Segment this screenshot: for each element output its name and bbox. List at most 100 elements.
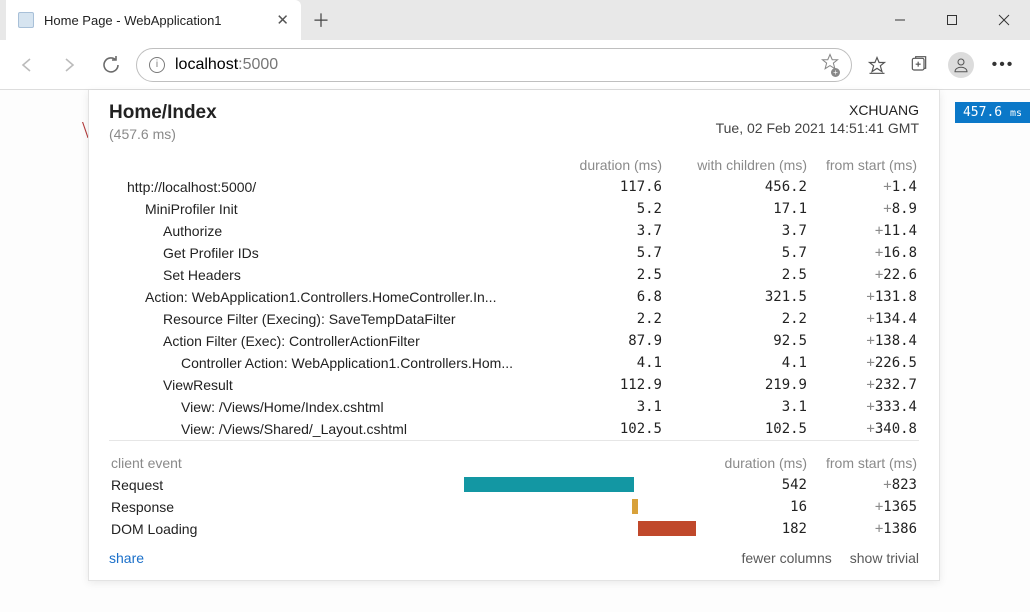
refresh-button[interactable] xyxy=(94,48,128,82)
forward-button[interactable] xyxy=(52,48,86,82)
site-info-icon[interactable]: i xyxy=(149,57,165,73)
share-link[interactable]: share xyxy=(109,550,144,566)
col-with-children: with children (ms) xyxy=(664,154,809,176)
new-tab-button[interactable]: ＋ xyxy=(301,0,341,40)
timing-row[interactable]: View: /Views/Shared/_Layout.cshtml102.51… xyxy=(109,418,919,441)
timing-label: ViewResult xyxy=(109,374,564,396)
timing-duration: 2.5 xyxy=(564,264,664,286)
timing-label: View: /Views/Home/Index.cshtml xyxy=(109,396,564,418)
timing-with-children: 3.7 xyxy=(664,220,809,242)
window-close-button[interactable] xyxy=(978,0,1030,40)
timing-label: Get Profiler IDs xyxy=(109,242,564,264)
client-event-bar xyxy=(638,521,696,536)
timing-label: Action: WebApplication1.Controllers.Home… xyxy=(109,286,564,308)
timing-with-children: 5.7 xyxy=(664,242,809,264)
timing-duration: 87.9 xyxy=(564,330,664,352)
timing-row[interactable]: View: /Views/Home/Index.cshtml3.13.1+333… xyxy=(109,396,919,418)
timing-label: Resource Filter (Execing): SaveTempDataF… xyxy=(109,308,564,330)
timing-duration: 6.8 xyxy=(564,286,664,308)
client-timing-row: Request542+823 xyxy=(109,474,919,496)
page-content: \ 457.6 ms Home/Index (457.6 ms) XCHUANG… xyxy=(0,90,1030,612)
timing-duration: 117.6 xyxy=(564,176,664,198)
timing-from-start: +232.7 xyxy=(809,374,919,396)
client-event-label: DOM Loading xyxy=(109,518,564,540)
timing-from-start: +8.9 xyxy=(809,198,919,220)
timing-with-children: 92.5 xyxy=(664,330,809,352)
client-timing-row: Response 16+1365 xyxy=(109,496,919,518)
client-from-start: +823 xyxy=(809,474,919,496)
collections-button[interactable] xyxy=(902,48,936,82)
browser-tab[interactable]: Home Page - WebApplication1 ✕ xyxy=(6,0,301,40)
timing-label: Set Headers xyxy=(109,264,564,286)
timing-row[interactable]: Controller Action: WebApplication1.Contr… xyxy=(109,352,919,374)
timing-duration: 102.5 xyxy=(564,418,664,441)
timing-row[interactable]: Authorize3.73.7+11.4 xyxy=(109,220,919,242)
timing-from-start: +22.6 xyxy=(809,264,919,286)
back-button[interactable] xyxy=(10,48,44,82)
timing-row[interactable]: Action: WebApplication1.Controllers.Home… xyxy=(109,286,919,308)
fewer-columns-toggle[interactable]: fewer columns xyxy=(741,550,831,566)
timing-from-start: +333.4 xyxy=(809,396,919,418)
profiler-total-time: (457.6 ms) xyxy=(109,126,217,142)
timing-from-start: +340.8 xyxy=(809,418,919,441)
url-input[interactable]: i localhost:5000 + xyxy=(136,48,852,82)
timing-duration: 3.7 xyxy=(564,220,664,242)
profile-button[interactable] xyxy=(944,48,978,82)
timing-label: Controller Action: WebApplication1.Contr… xyxy=(109,352,564,374)
timing-row[interactable]: Resource Filter (Execing): SaveTempDataF… xyxy=(109,308,919,330)
timing-from-start: +16.8 xyxy=(809,242,919,264)
timing-row[interactable]: ViewResult112.9219.9+232.7 xyxy=(109,374,919,396)
miniprofiler-panel: Home/Index (457.6 ms) XCHUANG Tue, 02 Fe… xyxy=(88,90,940,581)
profiler-route: Home/Index xyxy=(109,102,217,124)
profiler-date: Tue, 02 Feb 2021 14:51:41 GMT xyxy=(716,120,919,136)
timing-duration: 5.2 xyxy=(564,198,664,220)
favorite-button[interactable]: + xyxy=(821,53,839,76)
timing-row[interactable]: Set Headers2.52.5+22.6 xyxy=(109,264,919,286)
settings-menu-button[interactable]: ••• xyxy=(986,48,1020,82)
favorites-menu-button[interactable] xyxy=(860,48,894,82)
timing-with-children: 219.9 xyxy=(664,374,809,396)
client-from-start: +1365 xyxy=(809,496,919,518)
window-minimize-button[interactable] xyxy=(874,0,926,40)
timing-from-start: +11.4 xyxy=(809,220,919,242)
timing-with-children: 102.5 xyxy=(664,418,809,441)
address-bar: i localhost:5000 + ••• xyxy=(0,40,1030,90)
close-tab-icon[interactable]: ✕ xyxy=(276,11,289,29)
timing-from-start: +131.8 xyxy=(809,286,919,308)
timing-duration: 3.1 xyxy=(564,396,664,418)
timing-row[interactable]: Get Profiler IDs5.75.7+16.8 xyxy=(109,242,919,264)
client-event-bar xyxy=(464,477,634,492)
timing-with-children: 4.1 xyxy=(664,352,809,374)
timing-label: Authorize xyxy=(109,220,564,242)
timing-label: Action Filter (Exec): ControllerActionFi… xyxy=(109,330,564,352)
window-titlebar: Home Page - WebApplication1 ✕ ＋ xyxy=(0,0,1030,40)
col-from-start: from start (ms) xyxy=(809,154,919,176)
client-from-start: +1386 xyxy=(809,518,919,540)
timing-with-children: 321.5 xyxy=(664,286,809,308)
timing-row[interactable]: MiniProfiler Init5.217.1+8.9 xyxy=(109,198,919,220)
timing-from-start: +138.4 xyxy=(809,330,919,352)
timing-label: http://localhost:5000/ xyxy=(109,176,564,198)
url-text: localhost:5000 xyxy=(175,56,278,74)
client-duration: 542 xyxy=(664,474,809,496)
timing-row[interactable]: http://localhost:5000/117.6456.2+1.4 xyxy=(109,176,919,198)
timing-duration: 2.2 xyxy=(564,308,664,330)
client-event-header: client event xyxy=(109,449,564,474)
timing-with-children: 456.2 xyxy=(664,176,809,198)
client-duration: 16 xyxy=(664,496,809,518)
timing-from-start: +134.4 xyxy=(809,308,919,330)
timing-label: MiniProfiler Init xyxy=(109,198,564,220)
client-event-bar xyxy=(632,499,638,514)
miniprofiler-badge[interactable]: 457.6 ms xyxy=(955,102,1030,123)
tab-title: Home Page - WebApplication1 xyxy=(44,13,266,28)
window-maximize-button[interactable] xyxy=(926,0,978,40)
show-trivial-toggle[interactable]: show trivial xyxy=(850,550,919,566)
client-timing-row: DOM Loading182+1386 xyxy=(109,518,919,540)
timing-duration: 4.1 xyxy=(564,352,664,374)
client-event-label: Response xyxy=(109,496,564,518)
timing-with-children: 2.2 xyxy=(664,308,809,330)
timing-with-children: 3.1 xyxy=(664,396,809,418)
timing-row[interactable]: Action Filter (Exec): ControllerActionFi… xyxy=(109,330,919,352)
timing-with-children: 2.5 xyxy=(664,264,809,286)
profiler-user: XCHUANG xyxy=(716,102,919,118)
